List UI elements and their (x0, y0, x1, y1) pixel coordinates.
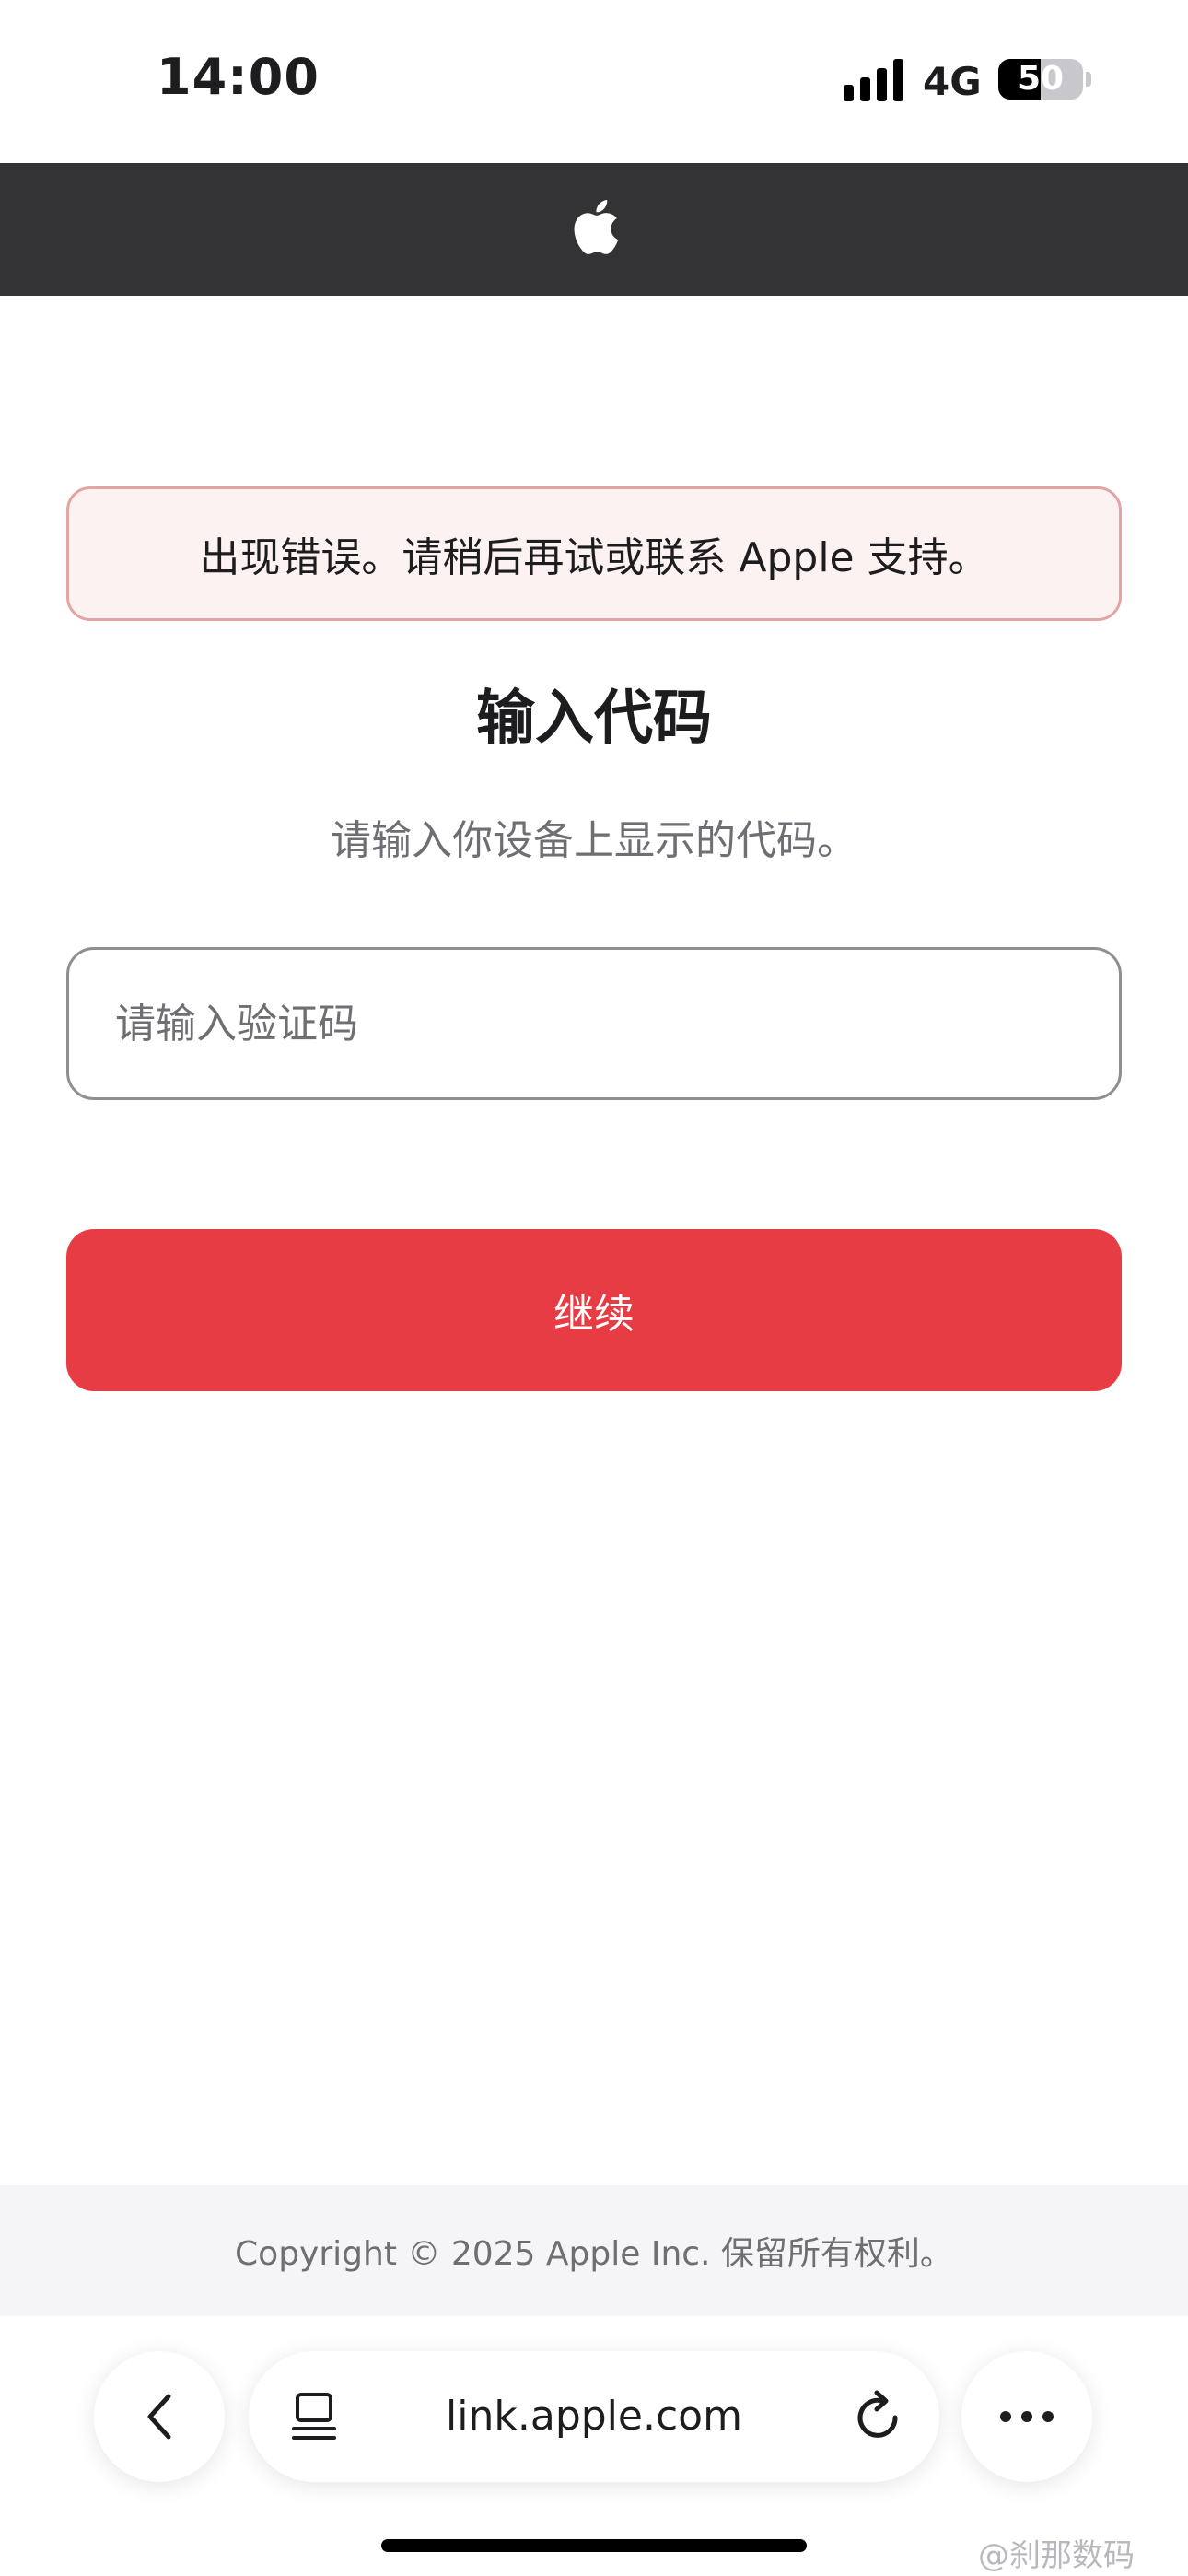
battery-icon: 50 (998, 59, 1083, 100)
page: 14:00 4G 50 出现错误。请稍后再试或联系 Apple 支持。 输入代码… (0, 0, 1188, 2576)
status-time: 14:00 (157, 48, 320, 106)
home-indicator[interactable] (381, 2539, 807, 2552)
error-banner: 出现错误。请稍后再试或联系 Apple 支持。 (66, 486, 1122, 621)
apple-logo-icon[interactable] (568, 195, 620, 258)
error-message: 出现错误。请稍后再试或联系 Apple 支持。 (199, 534, 989, 581)
more-button[interactable] (961, 2351, 1092, 2482)
page-subtitle: 请输入你设备上显示的代码。 (331, 817, 857, 864)
address-bar[interactable]: link.apple.com (249, 2351, 939, 2482)
battery-level: 50 (1017, 60, 1065, 98)
watermark: @刹那数码 (978, 2537, 1135, 2574)
cellular-signal-icon (844, 59, 903, 101)
page-title: 输入代码 (476, 685, 712, 753)
copyright-text: Copyright © 2025 Apple Inc. 保留所有权利。 (235, 2235, 953, 2273)
reload-icon[interactable] (853, 2390, 904, 2443)
status-bar: 14:00 4G 50 (0, 0, 1188, 163)
back-button[interactable] (94, 2351, 225, 2482)
network-type: 4G (923, 59, 982, 104)
verification-code-input[interactable] (66, 947, 1122, 1100)
url-text: link.apple.com (446, 2393, 742, 2440)
apple-header (0, 163, 1188, 296)
footer: Copyright © 2025 Apple Inc. 保留所有权利。 (0, 2185, 1188, 2316)
more-icon (1000, 2411, 1054, 2422)
continue-button[interactable]: 继续 (66, 1229, 1122, 1391)
chevron-left-icon (147, 2394, 171, 2440)
battery-cap (1086, 72, 1091, 87)
